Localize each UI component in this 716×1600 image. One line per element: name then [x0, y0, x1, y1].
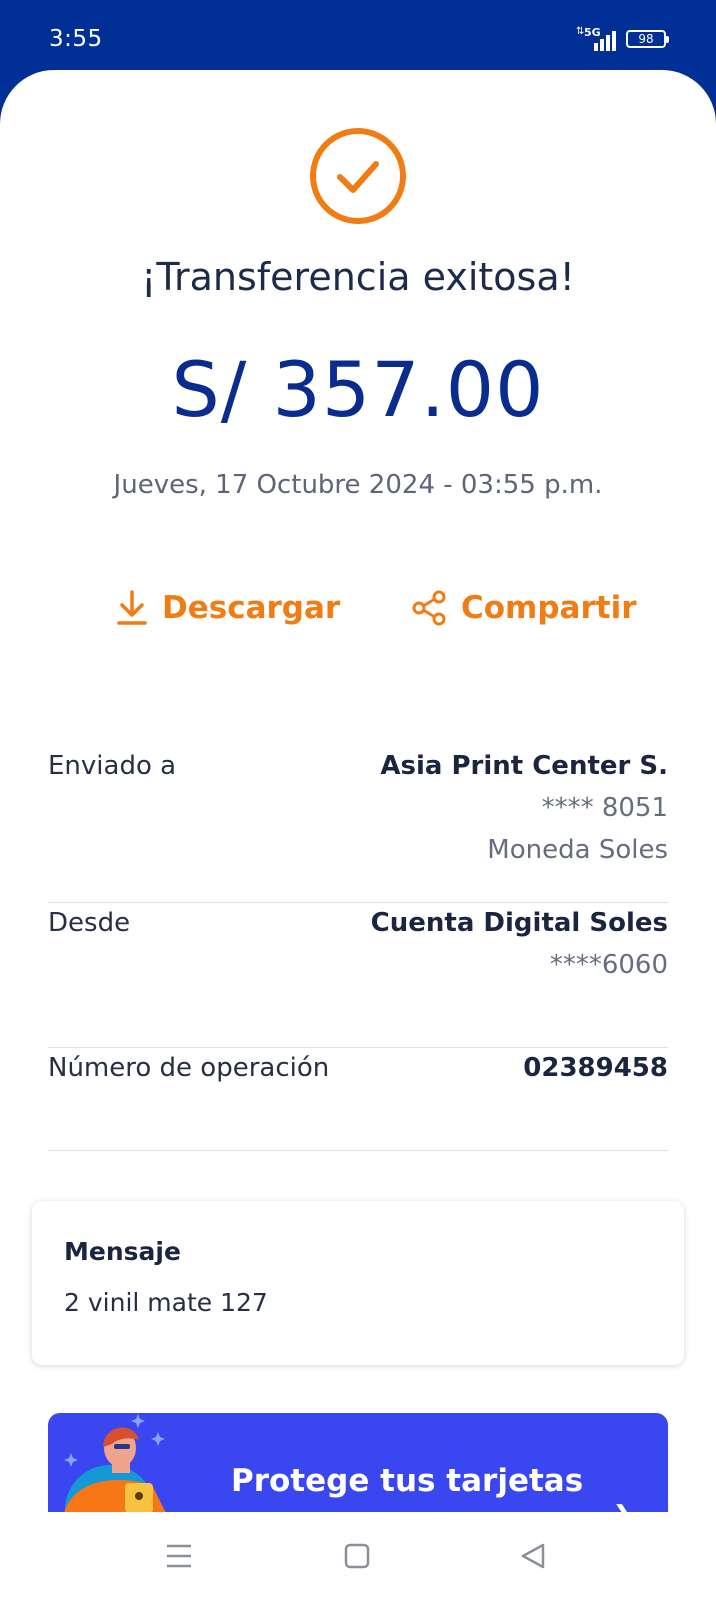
home-square-icon[interactable]: [343, 1542, 371, 1570]
transfer-datetime: Jueves, 17 Octubre 2024 - 03:55 p.m.: [113, 470, 603, 500]
download-button[interactable]: Descargar: [116, 590, 340, 626]
sent-to-label: Enviado a: [48, 751, 177, 781]
status-time: 3:55: [49, 26, 103, 52]
menu-icon[interactable]: [165, 1542, 193, 1570]
message-text: 2 vinil mate 127: [64, 1288, 268, 1317]
battery-level: 98: [638, 32, 654, 46]
sent-to-values: Asia Print Center S. **** 8051 Moneda So…: [380, 745, 668, 871]
signal-5g-icon: ⇅ 5G: [576, 27, 616, 51]
from-values: Cuenta Digital Soles ****6060: [371, 902, 668, 986]
operation-number: 02389458: [523, 1053, 668, 1083]
battery-icon: 98: [626, 30, 669, 48]
from-label: Desde: [48, 908, 131, 938]
operation-values: 02389458: [523, 1047, 668, 1089]
promo-banner[interactable]: Protege tus tarjetas ❯: [48, 1413, 668, 1513]
system-navigation-bar: [0, 1512, 716, 1600]
share-label: Compartir: [461, 590, 637, 626]
page-title: ¡Transferencia exitosa!: [141, 255, 575, 299]
recipient-name: Asia Print Center S.: [380, 751, 668, 781]
download-label: Descargar: [162, 590, 341, 626]
detail-row-operation: Número de operación 02389458: [48, 1047, 668, 1151]
message-title: Mensaje: [64, 1237, 181, 1266]
check-circle-icon: [310, 128, 406, 224]
message-card: Mensaje 2 vinil mate 127: [32, 1201, 684, 1365]
source-account-name: Cuenta Digital Soles: [370, 908, 668, 938]
transfer-receipt-screen: 3:55 ⇅ 5G 98 ¡Transferencia exitosa! S/ …: [0, 0, 716, 1600]
status-icons: ⇅ 5G 98: [576, 27, 669, 51]
share-button[interactable]: Compartir: [411, 590, 636, 626]
source-account-number: ****6060: [549, 950, 668, 980]
promo-illustration: [64, 1414, 166, 1513]
back-triangle-icon[interactable]: [519, 1542, 547, 1570]
operation-label: Número de operación: [48, 1053, 330, 1083]
promo-title: Protege tus tarjetas: [231, 1463, 584, 1499]
share-icon: [412, 590, 446, 626]
network-label: 5G: [584, 26, 601, 39]
transfer-amount: S/ 357.00: [171, 345, 545, 434]
download-icon: [117, 590, 147, 625]
recipient-account: **** 8051: [541, 793, 668, 823]
detail-row-sent-to: Enviado a Asia Print Center S. **** 8051…: [48, 745, 668, 903]
recipient-currency: Moneda Soles: [487, 835, 668, 865]
detail-row-from: Desde Cuenta Digital Soles ****6060: [48, 902, 668, 1048]
